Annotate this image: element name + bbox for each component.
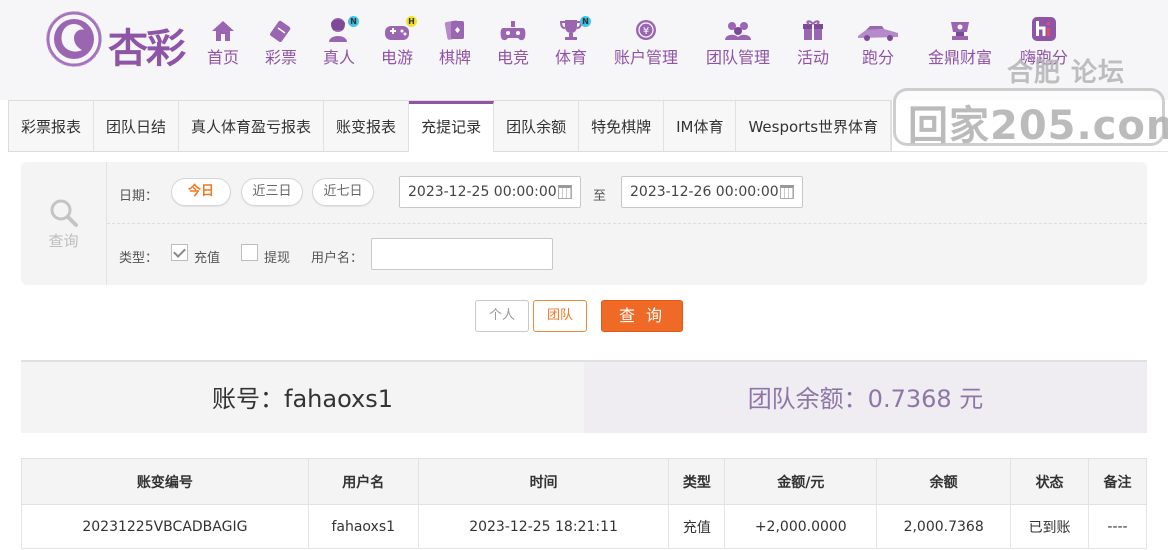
personal-button[interactable]: 个人 bbox=[475, 300, 529, 332]
filter-divider bbox=[107, 223, 1147, 224]
col-balance: 余额 bbox=[876, 458, 1012, 505]
start-date-input[interactable]: 2023-12-25 00:00:00 bbox=[399, 176, 581, 208]
controller-icon bbox=[500, 21, 526, 41]
nav-esports[interactable]: 电竞 bbox=[486, 14, 540, 74]
summary-bar: 账号：fahaoxs1 团队余额：0.7368 元 bbox=[21, 360, 1147, 433]
nav-activities[interactable]: 活动 bbox=[786, 14, 840, 74]
site-header: 杏彩 首页 彩票 N 真人 H 电游 棋牌 电竞 N 体育 ¥ 账户管理 团队管… bbox=[0, 0, 1168, 100]
withdraw-label: 提现 bbox=[264, 251, 291, 266]
logo-emblem-icon bbox=[46, 11, 102, 67]
cards-icon bbox=[444, 20, 464, 40]
col-type: 类型 bbox=[668, 458, 726, 505]
withdraw-checkbox[interactable] bbox=[241, 244, 258, 261]
nav-team-management[interactable]: 团队管理 bbox=[698, 14, 778, 74]
search-section: 查询 bbox=[21, 162, 107, 285]
team-button[interactable]: 团队 bbox=[533, 300, 587, 332]
team-balance-summary: 团队余额：0.7368 元 bbox=[584, 362, 1147, 433]
new-badge: N bbox=[580, 16, 591, 27]
calendar-icon[interactable] bbox=[780, 185, 794, 199]
range-3days-button[interactable]: 近三日 bbox=[241, 178, 303, 206]
start-date-value: 2023-12-25 00:00:00 bbox=[408, 184, 557, 200]
nav-lottery[interactable]: 彩票 bbox=[254, 14, 308, 74]
nav-wealth[interactable]: 金鼎财富 bbox=[920, 14, 1000, 74]
range-today-button[interactable]: 今日 bbox=[171, 178, 231, 206]
table-header-row: 账变编号 用户名 时间 类型 金额/元 余额 状态 备注 bbox=[21, 458, 1147, 505]
transaction-id-cell: 20231225VBCADBAGIG bbox=[21, 504, 309, 549]
tab-lottery-report[interactable]: 彩票报表 bbox=[9, 101, 95, 151]
team-icon bbox=[725, 22, 751, 40]
gamepad-icon bbox=[385, 26, 409, 40]
col-remark: 备注 bbox=[1088, 458, 1147, 505]
type-label: 类型： bbox=[119, 251, 159, 266]
nav-hi-run-points[interactable]: 嗨跑分 bbox=[1006, 14, 1082, 74]
deposit-label: 充值 bbox=[194, 251, 221, 266]
home-icon bbox=[212, 21, 234, 41]
search-icon bbox=[50, 199, 78, 227]
watermark-main-text: 回家205.com bbox=[908, 103, 1168, 149]
logo-text: 杏彩 bbox=[108, 25, 186, 72]
nav-account-management[interactable]: ¥ 账户管理 bbox=[606, 14, 686, 74]
table-row: 20231225VBCADBAGIG fahaoxs1 2023-12-25 1… bbox=[21, 504, 1147, 549]
new-badge: N bbox=[348, 16, 359, 27]
nav-chess-cards[interactable]: 棋牌 bbox=[428, 14, 482, 74]
brand-logo[interactable]: 杏彩 bbox=[44, 10, 204, 72]
end-date-input[interactable]: 2023-12-26 00:00:00 bbox=[621, 176, 803, 208]
username-cell: fahaoxs1 bbox=[307, 504, 419, 549]
status-cell: 已到账 bbox=[1010, 504, 1090, 549]
hot-badge: H bbox=[406, 16, 417, 27]
race-car-icon bbox=[858, 26, 898, 41]
lottery-ticket-icon bbox=[270, 20, 291, 42]
search-label: 查询 bbox=[48, 232, 79, 250]
col-transaction-id: 账变编号 bbox=[21, 458, 309, 505]
nav-slots[interactable]: H 电游 bbox=[370, 14, 424, 74]
tab-special-chess[interactable]: 特免棋牌 bbox=[579, 101, 665, 151]
nav-run-points[interactable]: 跑分 bbox=[848, 14, 908, 74]
account-coin-icon: ¥ bbox=[636, 20, 656, 40]
col-amount: 金额/元 bbox=[724, 458, 878, 505]
amount-cell: +2,000.0000 bbox=[724, 504, 878, 549]
wealth-icon bbox=[951, 22, 969, 40]
username-label: 用户名： bbox=[311, 251, 364, 266]
hi-icon bbox=[1032, 17, 1056, 41]
col-status: 状态 bbox=[1010, 458, 1090, 505]
to-label: 至 bbox=[593, 189, 607, 204]
gift-icon bbox=[803, 20, 823, 40]
tab-team-balance[interactable]: 团队余额 bbox=[494, 101, 580, 151]
tab-im-sports[interactable]: IM体育 bbox=[664, 101, 737, 151]
tab-deposit-withdraw-records[interactable]: 充提记录 bbox=[409, 101, 495, 152]
calendar-icon[interactable] bbox=[558, 185, 572, 199]
balance-cell: 2,000.7368 bbox=[876, 504, 1012, 549]
remark-cell: ---- bbox=[1088, 504, 1147, 549]
filter-panel: 查询 日期： 今日 近三日 近七日 2023-12-25 00:00:00 至 … bbox=[21, 162, 1147, 285]
tab-live-sports-pnl[interactable]: 真人体育盈亏报表 bbox=[179, 101, 325, 151]
end-date-value: 2023-12-26 00:00:00 bbox=[630, 184, 779, 200]
query-button[interactable]: 查 询 bbox=[601, 300, 683, 332]
username-input[interactable] bbox=[371, 238, 553, 270]
col-username: 用户名 bbox=[307, 458, 419, 505]
col-time: 时间 bbox=[417, 458, 670, 505]
report-tabs: 彩票报表 团队日结 真人体育盈亏报表 账变报表 充提记录 团队余额 特免棋牌 I… bbox=[8, 100, 893, 152]
nav-live-dealer[interactable]: N 真人 bbox=[312, 14, 366, 74]
time-cell: 2023-12-25 18:21:11 bbox=[417, 504, 670, 549]
tab-wesports[interactable]: Wesports世界体育 bbox=[736, 101, 892, 151]
date-label: 日期： bbox=[119, 189, 159, 204]
nav-sports[interactable]: N 体育 bbox=[544, 14, 598, 74]
account-summary: 账号：fahaoxs1 bbox=[21, 362, 584, 433]
type-cell: 充值 bbox=[668, 504, 726, 549]
records-table: 账变编号 用户名 时间 类型 金额/元 余额 状态 备注 20231225VBC… bbox=[21, 458, 1147, 549]
deposit-checkbox[interactable] bbox=[171, 244, 188, 261]
svg-text:¥: ¥ bbox=[643, 26, 649, 37]
tab-team-daily[interactable]: 团队日结 bbox=[94, 101, 180, 151]
tab-account-changes[interactable]: 账变报表 bbox=[324, 101, 410, 151]
range-7days-button[interactable]: 近七日 bbox=[312, 178, 374, 206]
nav-home[interactable]: 首页 bbox=[196, 14, 250, 74]
